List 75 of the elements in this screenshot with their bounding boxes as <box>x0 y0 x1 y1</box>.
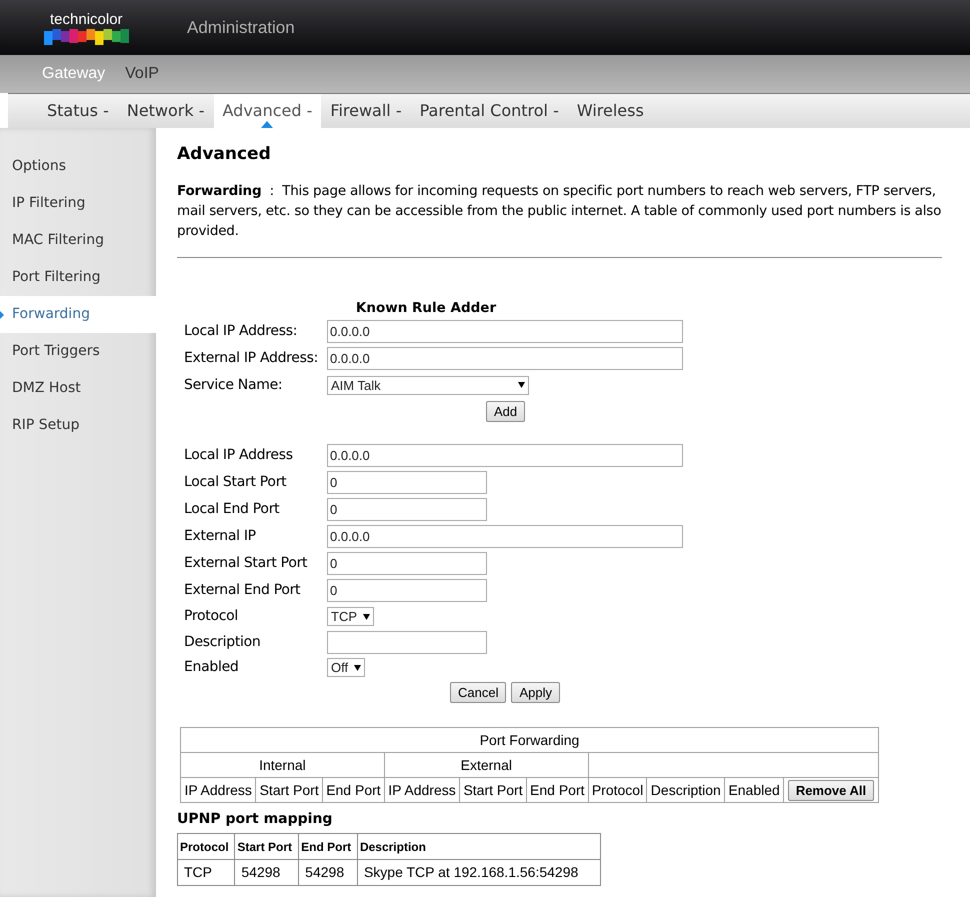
table-group-header: Internal <box>180 752 384 778</box>
logo-text: technicolor <box>50 10 123 28</box>
column-header: Start Port <box>460 778 526 803</box>
service-dropdown[interactable]: AIM Talk <box>327 376 529 395</box>
sidebar-item[interactable]: Port Filtering <box>0 259 156 296</box>
column-header: Description <box>357 834 600 860</box>
field-label: Local Start Port <box>184 472 288 492</box>
form-button[interactable]: Apply <box>511 682 560 704</box>
field-label: Service Name: <box>184 376 284 395</box>
header-title: Administration <box>187 16 295 39</box>
input-field[interactable]: 0.0.0.0 <box>327 524 683 548</box>
field-label: Local IP Address <box>184 446 294 465</box>
input-field[interactable] <box>327 630 487 654</box>
sidebar-item[interactable]: Options <box>0 148 156 185</box>
add-button[interactable]: Add <box>486 400 526 422</box>
input-field[interactable]: 0 <box>327 498 487 521</box>
field-label: External Start Port <box>184 554 308 573</box>
intro-paragraph: Forwarding : This page allows for incoming requests on specific port numbers to reach web servers, FTP servers, mail servers, etc. so they can be accessible from the public internet. A table of commonly used port numbers is also provided. <box>177 182 942 240</box>
column-header: Start Port <box>256 778 323 803</box>
field-label: Description <box>184 632 262 652</box>
column-header: End Port <box>322 778 384 803</box>
field-label: Protocol <box>184 607 240 626</box>
sidebar-item[interactable]: DMZ Host <box>0 370 156 407</box>
page-title: Advanced <box>177 143 272 166</box>
table-cell: Skype TCP at 192.168.1.56:54298 <box>357 860 600 886</box>
column-header: IP Address <box>384 778 460 803</box>
table-cell: 54298 <box>234 860 299 886</box>
table-group-header: External <box>384 752 588 778</box>
dropdown-caret-icon <box>354 664 362 670</box>
dropdown-caret-icon <box>363 614 370 620</box>
field-label: External IP <box>184 526 257 546</box>
selected-marker-icon <box>0 310 4 318</box>
column-header: End Port <box>298 834 358 860</box>
nav-tab[interactable]: Firewall - <box>321 94 411 128</box>
nav-tab[interactable]: Parental Control - <box>410 94 568 128</box>
nav-tab[interactable]: Wireless <box>568 94 653 128</box>
field-label: Enabled <box>184 658 240 677</box>
table-cell: 54298 <box>298 860 358 886</box>
field-label: Local End Port <box>184 500 280 519</box>
active-tab-indicator-icon <box>261 121 274 128</box>
nav-tab[interactable]: Network - <box>118 94 214 128</box>
column-header: Description <box>646 778 725 803</box>
sidebar-item[interactable]: MAC Filtering <box>0 222 156 259</box>
input-field[interactable]: 0.0.0.0 <box>327 320 683 343</box>
column-header: IP Address <box>180 778 256 803</box>
column-header: Protocol <box>588 778 647 803</box>
input-field[interactable]: 0 <box>327 578 487 602</box>
sidebar-item[interactable]: RIP Setup <box>0 407 156 444</box>
sidebar-item[interactable]: Port Triggers <box>0 333 156 370</box>
column-header: Enabled <box>724 778 784 803</box>
section-title: UPNP port mapping <box>177 810 334 830</box>
top-nav-link[interactable]: VoIP <box>125 62 159 86</box>
remove-all-button[interactable]: Remove All <box>788 780 874 801</box>
sidebar-item[interactable]: Forwarding <box>0 296 156 333</box>
nav-tab[interactable]: Advanced - <box>214 94 322 128</box>
column-header: Start Port <box>234 834 299 860</box>
table-title: Port Forwarding <box>180 728 878 753</box>
section-title: Known Rule Adder <box>356 298 496 318</box>
input-field[interactable]: 0.0.0.0 <box>327 444 683 467</box>
column-header: End Port <box>526 778 588 803</box>
dropdown[interactable]: TCP <box>327 607 374 626</box>
table-cell: TCP <box>178 860 235 886</box>
input-field[interactable]: 0.0.0.0 <box>327 346 683 370</box>
input-field[interactable]: 0 <box>327 552 487 575</box>
sidebar-item[interactable]: IP Filtering <box>0 185 156 222</box>
logo-stripes-icon <box>44 28 130 44</box>
form-button[interactable]: Cancel <box>450 682 506 704</box>
nav-tab[interactable]: Status - <box>38 94 118 128</box>
dropdown[interactable]: Off <box>327 658 366 677</box>
field-label: Local IP Address: <box>184 322 298 341</box>
field-label: External IP Address: <box>184 348 320 368</box>
column-header: Protocol <box>178 834 235 860</box>
input-field[interactable]: 0 <box>327 470 487 494</box>
field-label: External End Port <box>184 580 302 600</box>
dropdown-caret-icon <box>518 382 525 388</box>
